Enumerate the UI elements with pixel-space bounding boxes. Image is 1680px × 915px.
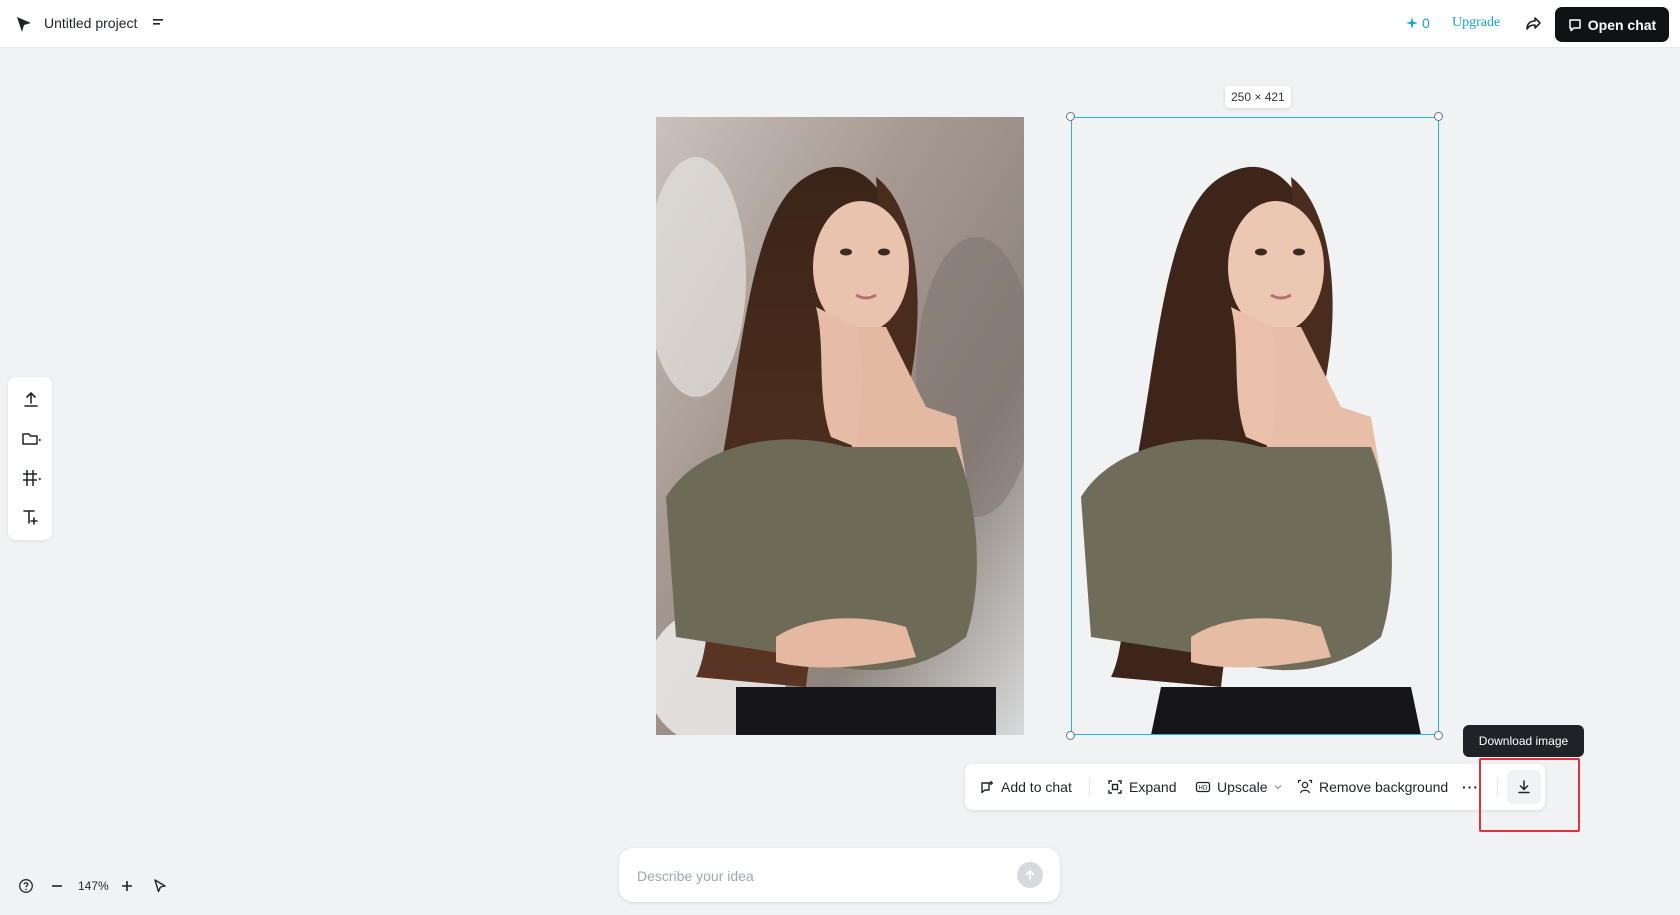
download-tooltip: Download image	[1463, 725, 1584, 757]
resize-handle-bottom-right[interactable]	[1434, 731, 1443, 740]
chevron-down-icon	[1274, 785, 1282, 790]
resize-handle-top-left[interactable]	[1066, 112, 1075, 121]
logo-icon[interactable]	[14, 14, 34, 34]
project-title[interactable]: Untitled project	[44, 15, 137, 31]
upload-icon[interactable]	[20, 389, 42, 411]
add-to-chat-label: Add to chat	[1001, 779, 1072, 795]
open-chat-label: Open chat	[1587, 16, 1657, 33]
help-icon	[19, 879, 33, 893]
download-highlight-box	[1479, 758, 1580, 832]
zoom-level-label: 147%	[78, 879, 109, 893]
credits-count: 0	[1422, 15, 1430, 31]
resize-handle-bottom-left[interactable]	[1066, 731, 1075, 740]
left-toolbar	[8, 377, 52, 540]
plus-icon	[122, 881, 132, 891]
more-options-button[interactable]: ···	[1462, 764, 1479, 810]
remove-background-icon	[1297, 779, 1313, 794]
share-icon[interactable]	[1522, 13, 1544, 35]
image-dimensions-label: 250 × 421	[1225, 86, 1291, 108]
divider	[1089, 778, 1090, 796]
add-to-chat-button[interactable]: Add to chat	[979, 764, 1072, 810]
resize-handle-top-right[interactable]	[1434, 112, 1443, 121]
sparkle-icon	[1406, 17, 1418, 29]
remove-background-button[interactable]: Remove background	[1297, 764, 1448, 810]
text-tool-icon[interactable]	[20, 506, 42, 528]
expand-label: Expand	[1129, 779, 1177, 795]
expand-button[interactable]: Expand	[1107, 764, 1176, 810]
add-to-chat-icon	[981, 781, 993, 794]
svg-text:HD: HD	[1198, 785, 1208, 792]
remove-background-label: Remove background	[1319, 779, 1449, 795]
open-chat-button[interactable]: Open chat	[1555, 7, 1669, 42]
menu-icon[interactable]	[150, 14, 168, 32]
zoom-in-button[interactable]	[120, 876, 134, 896]
top-bar: Untitled project 0 Upgrade Open chat	[0, 0, 1680, 48]
minus-icon	[52, 885, 62, 887]
credits-counter[interactable]: 0	[1406, 15, 1430, 31]
original-image[interactable]	[656, 117, 1024, 735]
send-icon	[1025, 870, 1035, 880]
pointer-tool-button[interactable]	[152, 876, 168, 896]
hd-icon: HD	[1195, 781, 1211, 793]
expand-icon	[1108, 780, 1122, 794]
help-button[interactable]	[18, 876, 34, 896]
upscale-label: Upscale	[1217, 779, 1268, 795]
frame-icon[interactable]	[20, 467, 42, 489]
folder-icon[interactable]	[20, 428, 42, 450]
image-action-toolbar: Add to chat Expand HD Upscale Remove bac…	[965, 764, 1545, 810]
chat-icon	[1569, 18, 1581, 31]
prompt-box	[619, 848, 1060, 902]
upgrade-link[interactable]: Upgrade	[1452, 15, 1500, 31]
zoom-out-button[interactable]	[50, 876, 64, 896]
zoom-level[interactable]: 147%	[78, 876, 109, 896]
selection-frame[interactable]	[1071, 117, 1439, 735]
upscale-button[interactable]: HD Upscale	[1195, 764, 1282, 810]
pointer-icon	[154, 879, 166, 893]
prompt-input[interactable]	[635, 864, 999, 888]
send-button[interactable]	[1017, 862, 1043, 888]
